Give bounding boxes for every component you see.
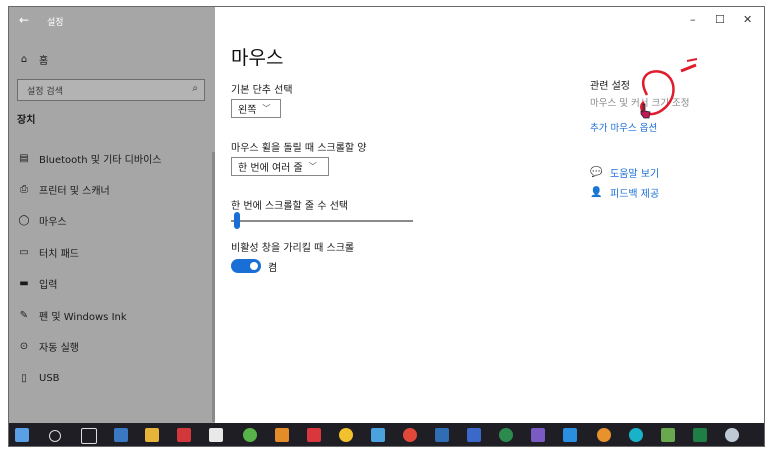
- app-icon[interactable]: [177, 428, 191, 442]
- sidebar-item-label: 입력: [39, 279, 58, 291]
- primary-button-label: 기본 단추 선택: [231, 85, 293, 96]
- dropdown-value: 왼쪽: [238, 105, 257, 116]
- inactive-scroll-label: 비활성 창을 가리킬 때 스크롤: [231, 243, 355, 254]
- scroll-lines-label: 한 번에 스크롤할 줄 수 선택: [231, 201, 349, 212]
- toggle-state-label: 켬: [268, 263, 278, 274]
- sidebar-item-label: Bluetooth 및 기타 디바이스: [39, 154, 162, 166]
- sidebar-item-usb[interactable]: ▯ USB: [17, 368, 60, 388]
- app-icon[interactable]: [435, 428, 449, 442]
- sidebar-item-label: 프린터 및 스캐너: [39, 185, 110, 197]
- app-icon[interactable]: [275, 428, 289, 442]
- feedback-icon: 👤: [590, 187, 603, 198]
- sidebar-item-touchpad[interactable]: ▭ 터치 패드: [17, 242, 79, 262]
- sidebar-item-label: USB: [39, 372, 60, 384]
- scroll-lines-slider-track[interactable]: [231, 220, 413, 222]
- main-panel: – ☐ ✕ 마우스 기본 단추 선택 왼쪽 ﹀ 마우스 휠을 돌릴 때 스크롤할…: [215, 7, 764, 423]
- task-view-icon[interactable]: [81, 428, 97, 444]
- window-title: 설정: [47, 18, 64, 28]
- minimize-button[interactable]: –: [690, 13, 696, 26]
- sidebar-item-printers[interactable]: ⎙ 프린터 및 스캐너: [17, 179, 110, 199]
- search-placeholder: 설정 검색: [27, 87, 63, 97]
- app-icon[interactable]: [661, 428, 675, 442]
- torrent-icon[interactable]: [243, 428, 257, 442]
- section-title: 장치: [17, 115, 36, 126]
- give-feedback-label: 피드백 제공: [610, 189, 660, 200]
- inactive-scroll-toggle[interactable]: [231, 259, 261, 273]
- app-icon[interactable]: [499, 428, 513, 442]
- hand-cursor-icon: [640, 103, 651, 119]
- red-annotation-circle-icon: [640, 58, 698, 116]
- sidebar-item-label: 자동 실행: [39, 342, 79, 354]
- chrome-icon[interactable]: [403, 428, 417, 442]
- scroll-amount-label: 마우스 휠을 돌릴 때 스크롤할 양: [231, 143, 367, 154]
- autoplay-icon: ⊙: [19, 340, 29, 352]
- keyboard-icon: ▬: [19, 277, 29, 289]
- get-help-link[interactable]: 💬 도움말 보기: [590, 165, 659, 180]
- media-player-icon[interactable]: [339, 428, 353, 442]
- sidebar-item-mouse[interactable]: ◯ 마우스: [17, 210, 67, 230]
- sidebar-item-bluetooth[interactable]: ▤ Bluetooth 및 기타 디바이스: [17, 148, 161, 168]
- sidebar-item-label: 마우스: [39, 216, 67, 228]
- usb-icon: ▯: [21, 372, 27, 384]
- calculator-icon[interactable]: [114, 428, 128, 442]
- app-icon[interactable]: [307, 428, 321, 442]
- vscode-icon[interactable]: [563, 428, 577, 442]
- search-icon[interactable]: [49, 430, 61, 442]
- dropdown-value: 한 번에 여러 줄: [238, 163, 303, 174]
- app-icon[interactable]: [467, 428, 481, 442]
- app-icon[interactable]: [531, 428, 545, 442]
- back-arrow-icon[interactable]: ←: [19, 13, 29, 27]
- sidebar-item-label: 터치 패드: [39, 248, 79, 260]
- pen-icon: ✎: [19, 309, 29, 321]
- sidebar-item-label: 펜 및 Windows Ink: [39, 311, 127, 323]
- printer-icon: ⎙: [20, 183, 28, 195]
- maximize-button[interactable]: ☐: [715, 13, 725, 26]
- primary-button-dropdown[interactable]: 왼쪽 ﹀: [231, 99, 281, 118]
- app-icon[interactable]: [629, 428, 643, 442]
- search-input[interactable]: 설정 검색 ⌕: [17, 79, 205, 101]
- search-icon: ⌕: [192, 83, 198, 94]
- file-explorer-icon[interactable]: [145, 428, 159, 442]
- sidebar-item-autoplay[interactable]: ⊙ 자동 실행: [17, 336, 79, 356]
- get-help-label: 도움말 보기: [610, 169, 660, 180]
- windows-start-icon[interactable]: [15, 428, 29, 442]
- scroll-lines-slider-thumb[interactable]: [234, 212, 240, 229]
- bluetooth-devices-icon: ▤: [19, 152, 29, 164]
- settings-window: ← 설정 ⌂ 홈 설정 검색 ⌕ 장치 ▤ Bluetooth 및 기타 디바이…: [8, 6, 765, 447]
- taskbar: [9, 423, 764, 446]
- give-feedback-link[interactable]: 👤 피드백 제공: [590, 185, 659, 200]
- sidebar-item-typing[interactable]: ▬ 입력: [17, 273, 57, 293]
- sidebar-item-home[interactable]: ⌂ 홈: [17, 49, 48, 69]
- excel-icon[interactable]: [693, 428, 707, 442]
- chevron-down-icon: ﹀: [308, 162, 317, 171]
- sidebar-item-pen[interactable]: ✎ 펜 및 Windows Ink: [17, 305, 127, 325]
- terminal-icon[interactable]: [209, 428, 223, 442]
- mouse-icon: ◯: [18, 214, 30, 226]
- close-button[interactable]: ✕: [743, 13, 752, 26]
- page-title: 마우스: [231, 47, 284, 69]
- scroll-amount-dropdown[interactable]: 한 번에 여러 줄 ﹀: [231, 157, 329, 176]
- chevron-down-icon: ﹀: [262, 104, 271, 113]
- home-icon: ⌂: [20, 53, 28, 65]
- app-icon[interactable]: [371, 428, 385, 442]
- sidebar: ← 설정 ⌂ 홈 설정 검색 ⌕ 장치 ▤ Bluetooth 및 기타 디바이…: [9, 7, 215, 423]
- app-icon[interactable]: [725, 428, 739, 442]
- help-chat-icon: 💬: [590, 167, 603, 178]
- touchpad-icon: ▭: [19, 246, 29, 258]
- app-icon[interactable]: [597, 428, 611, 442]
- sidebar-item-label: 홈: [39, 55, 49, 67]
